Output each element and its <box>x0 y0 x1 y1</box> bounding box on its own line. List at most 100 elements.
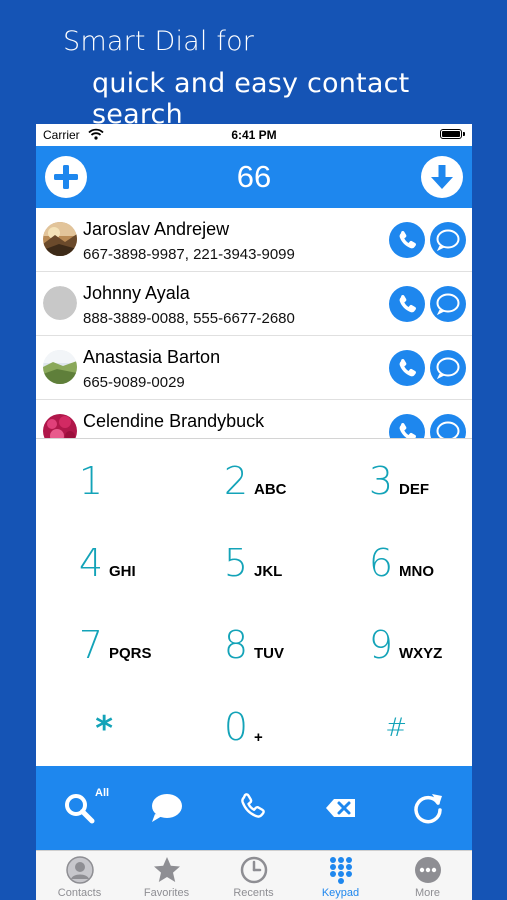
key-letters: ABC <box>254 481 287 498</box>
avatar <box>43 286 77 320</box>
avatar <box>43 350 77 384</box>
backspace-button[interactable] <box>319 786 363 830</box>
key-5[interactable]: 5 JKL <box>181 521 326 603</box>
tab-bar: Contacts Favorites Recents Keypad More <box>36 850 472 900</box>
status-time: 6:41 PM <box>231 128 277 142</box>
promo-line-2: quick and easy contact search <box>92 68 410 130</box>
key-9[interactable]: 9 WXYZ <box>326 603 471 685</box>
key-hash[interactable]: # <box>326 685 471 767</box>
refresh-icon <box>414 794 442 824</box>
key-digit: 5 <box>223 541 248 585</box>
dialed-number: 66 <box>236 159 272 194</box>
key-6[interactable]: 6 MNO <box>326 521 471 603</box>
action-toolbar: All <box>36 766 472 850</box>
message-button[interactable] <box>430 222 466 258</box>
star-icon <box>154 857 180 882</box>
contact-phones: 888-3889-0088, 555-6677-2680 <box>83 310 295 327</box>
key-4[interactable]: 4 GHI <box>36 521 181 603</box>
promo-banner: Smart Dial for quick and easy contact se… <box>0 0 507 130</box>
keypad-icon <box>330 857 352 884</box>
key-digit: 2 <box>223 459 248 503</box>
key-8[interactable]: 8 TUV <box>181 603 326 685</box>
contact-row[interactable]: Anastasia Barton 665-9089-0029 <box>36 336 472 400</box>
more-icon <box>415 857 441 883</box>
tab-keypad[interactable]: Keypad <box>297 851 384 900</box>
search-scope-badge: All <box>95 787 110 799</box>
tab-label: Keypad <box>321 887 360 899</box>
contact-phones: 667-3898-9987, 221-3943-9099 <box>83 246 295 263</box>
key-digit: 8 <box>223 623 248 667</box>
key-letters: JKL <box>254 563 283 580</box>
tab-label: More <box>414 887 441 899</box>
contact-name: Jaroslav Andrejew <box>83 219 230 239</box>
contact-row[interactable]: Celendine Brandybuck <box>36 400 472 438</box>
call-toolbar-button[interactable] <box>232 786 276 830</box>
phone-icon <box>399 231 416 249</box>
message-icon <box>436 293 460 316</box>
tab-more[interactable]: More <box>384 851 471 900</box>
key-letters: + <box>254 729 263 746</box>
message-icon <box>436 229 460 252</box>
battery-icon <box>440 129 465 139</box>
contact-row[interactable]: Johnny Ayala 888-3889-0088, 555-6677-268… <box>36 272 472 336</box>
phone-icon <box>399 295 416 313</box>
dial-header: 66 <box>36 146 472 208</box>
contact-phones: 665-9089-0029 <box>83 374 185 391</box>
key-digit: 6 <box>368 541 393 585</box>
key-3[interactable]: 3 DEF <box>326 439 471 521</box>
message-toolbar-button[interactable] <box>145 786 189 830</box>
key-digit: 3 <box>368 459 393 503</box>
phone-icon <box>399 359 416 377</box>
call-button[interactable] <box>389 414 425 438</box>
contact-results-list: Jaroslav Andrejew 667-3898-9987, 221-394… <box>36 208 472 438</box>
backspace-icon <box>326 799 355 817</box>
tab-favorites[interactable]: Favorites <box>123 851 210 900</box>
collapse-keypad-button[interactable] <box>421 156 463 198</box>
dial-keypad: 1 2 ABC 3 DEF 4 GHI 5 JKL 6 MNO 7 PQRS 8 <box>36 438 472 766</box>
tab-label: Recents <box>233 887 274 899</box>
key-1[interactable]: 1 <box>36 439 181 521</box>
key-digit: 4 <box>78 541 103 585</box>
phone-icon <box>241 793 265 818</box>
tab-label: Favorites <box>143 887 190 899</box>
key-0[interactable]: 0 + <box>181 685 326 767</box>
tab-contacts[interactable]: Contacts <box>36 851 123 900</box>
key-letters: PQRS <box>109 645 152 662</box>
message-icon <box>152 794 182 822</box>
key-digit: 0 <box>223 705 248 749</box>
call-button[interactable] <box>389 350 425 386</box>
call-button[interactable] <box>389 286 425 322</box>
key-letters: MNO <box>399 563 434 580</box>
arrow-down-circle-icon <box>431 165 453 189</box>
key-7[interactable]: 7 PQRS <box>36 603 181 685</box>
key-digit: 1 <box>78 459 103 503</box>
contact-row[interactable]: Jaroslav Andrejew 667-3898-9987, 221-394… <box>36 208 472 272</box>
person-circle-icon <box>66 856 94 884</box>
key-digit: # <box>385 713 407 743</box>
call-button[interactable] <box>389 222 425 258</box>
key-letters: TUV <box>254 645 284 662</box>
key-star[interactable]: * <box>36 685 181 767</box>
key-2[interactable]: 2 ABC <box>181 439 326 521</box>
status-bar: Carrier 6:41 PM <box>36 124 472 146</box>
contact-name: Anastasia Barton <box>83 347 221 367</box>
message-button[interactable] <box>430 414 466 438</box>
key-letters: GHI <box>109 563 136 580</box>
tab-recents[interactable]: Recents <box>210 851 297 900</box>
promo-line-1: Smart Dial for <box>63 26 255 57</box>
phone-icon <box>399 423 416 438</box>
contact-name: Celendine Brandybuck <box>83 411 265 431</box>
message-button[interactable] <box>430 350 466 386</box>
avatar <box>43 414 77 438</box>
message-icon <box>436 357 460 380</box>
phone-screen: Carrier 6:41 PM 66 Jaroslav Andrejew 667… <box>36 124 472 900</box>
message-button[interactable] <box>430 286 466 322</box>
avatar <box>43 222 77 256</box>
refresh-button[interactable] <box>406 786 450 830</box>
key-digit: * <box>95 709 113 749</box>
message-icon <box>436 421 460 438</box>
key-letters: DEF <box>399 481 429 498</box>
key-digit: 9 <box>368 623 393 667</box>
contact-name: Johnny Ayala <box>83 283 190 303</box>
key-digit: 7 <box>78 623 103 667</box>
